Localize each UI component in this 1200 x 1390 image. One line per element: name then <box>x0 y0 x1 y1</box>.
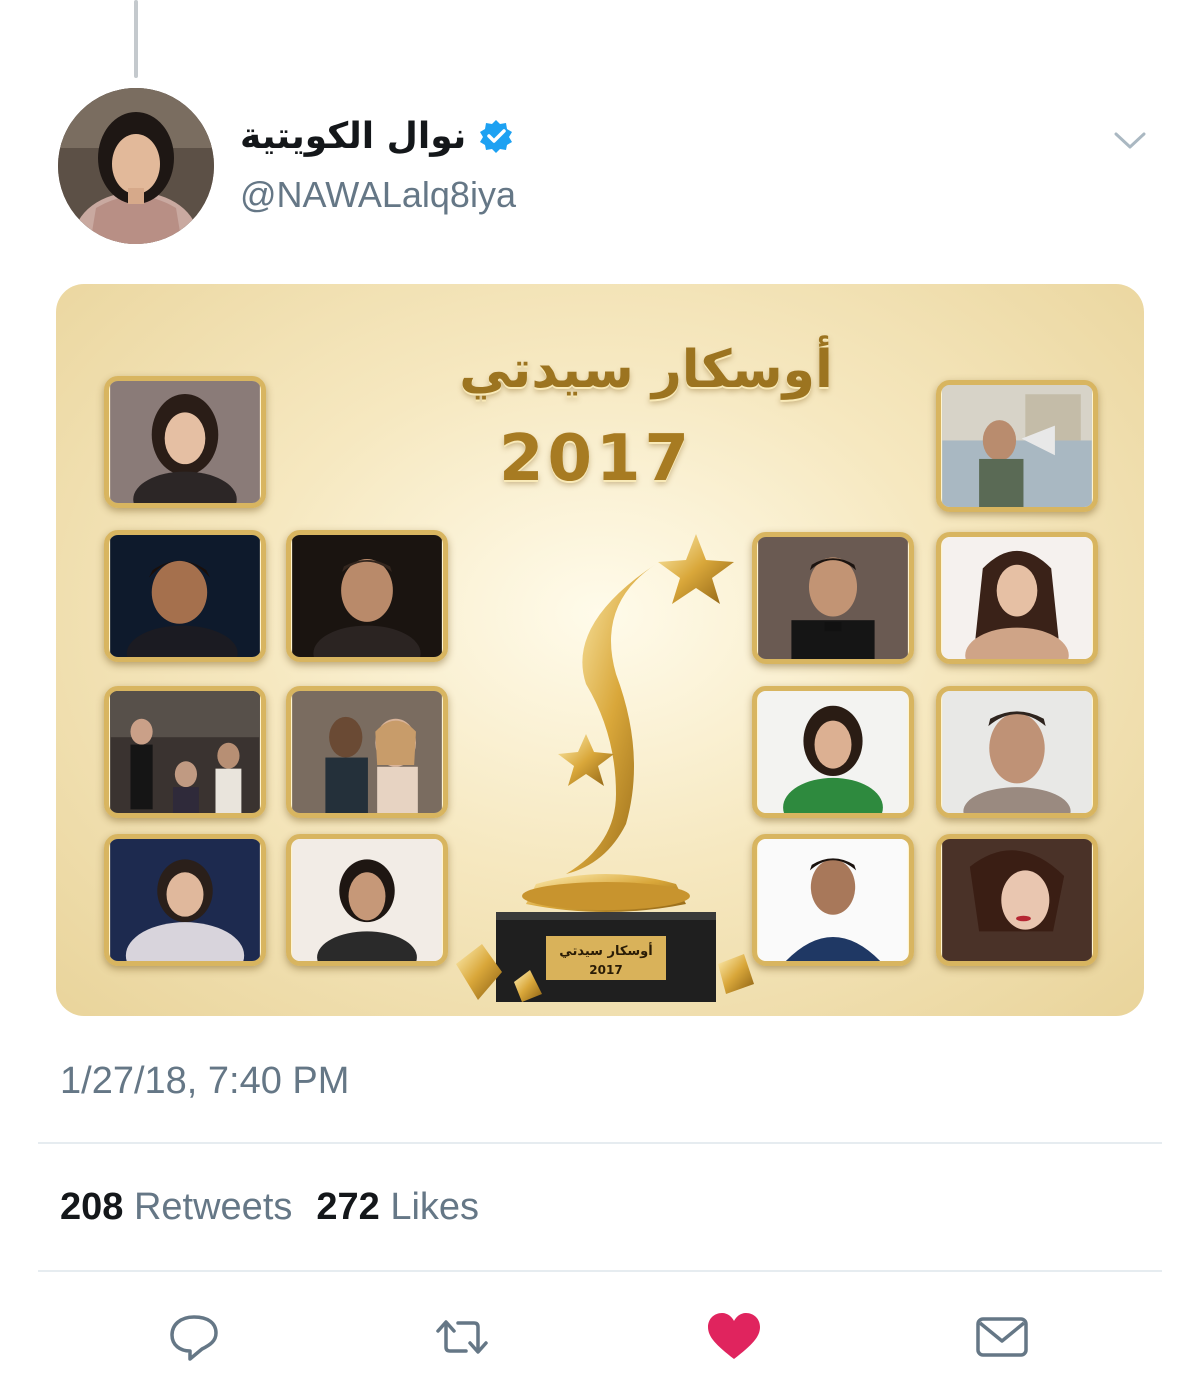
tweet-timestamp[interactable]: 1/27/18, 7:40 PM <box>60 1060 349 1103</box>
direct-message-button[interactable] <box>970 1305 1034 1369</box>
portrait <box>286 686 448 818</box>
heart-icon <box>708 1313 760 1359</box>
portrait <box>936 686 1098 818</box>
retweet-icon <box>436 1320 488 1354</box>
plaque-year: 2017 <box>589 963 622 977</box>
retweet-button[interactable] <box>430 1305 494 1369</box>
likes-label: Likes <box>390 1186 480 1228</box>
media-title: أوسكار سيدتي <box>459 340 833 400</box>
portrait <box>286 834 448 966</box>
tweet-stats: 208 Retweets 272 Likes <box>60 1186 479 1229</box>
portrait <box>936 834 1098 966</box>
portrait <box>286 530 448 662</box>
likes-stat[interactable]: 272 Likes <box>316 1186 479 1229</box>
retweets-stat[interactable]: 208 Retweets <box>60 1186 292 1229</box>
portrait <box>104 686 266 818</box>
display-name[interactable]: نوال الكويتية <box>240 116 466 157</box>
divider <box>38 1270 1162 1272</box>
trophy-illustration: أوسكار سيدتي 2017 <box>456 534 754 1002</box>
divider <box>38 1142 1162 1144</box>
like-button[interactable] <box>702 1305 766 1369</box>
portrait <box>104 376 266 508</box>
portrait <box>936 380 1098 512</box>
thread-connector-line <box>134 0 138 78</box>
tweet-action-bar <box>0 1305 1200 1369</box>
reply-button[interactable] <box>162 1305 226 1369</box>
chevron-down-icon[interactable] <box>1112 126 1148 154</box>
retweets-count: 208 <box>60 1186 124 1228</box>
portrait <box>752 532 914 664</box>
portrait <box>104 834 266 966</box>
reply-icon <box>170 1315 218 1361</box>
likes-count: 272 <box>316 1186 380 1228</box>
portrait <box>936 532 1098 664</box>
plaque-title: أوسكار سيدتي <box>559 942 652 959</box>
verified-badge-icon <box>480 120 513 153</box>
user-handle[interactable]: @NAWALalq8iya <box>240 174 516 216</box>
retweets-label: Retweets <box>133 1186 293 1228</box>
portrait <box>752 686 914 818</box>
portrait <box>752 834 914 966</box>
portrait <box>104 530 266 662</box>
tweet-media-image[interactable]: أوسكار سيدتي 2017 أوسكار سيدتي 2017 <box>56 284 1144 1016</box>
envelope-icon <box>976 1317 1028 1357</box>
media-year: 2017 <box>498 422 694 496</box>
avatar[interactable] <box>58 88 214 244</box>
